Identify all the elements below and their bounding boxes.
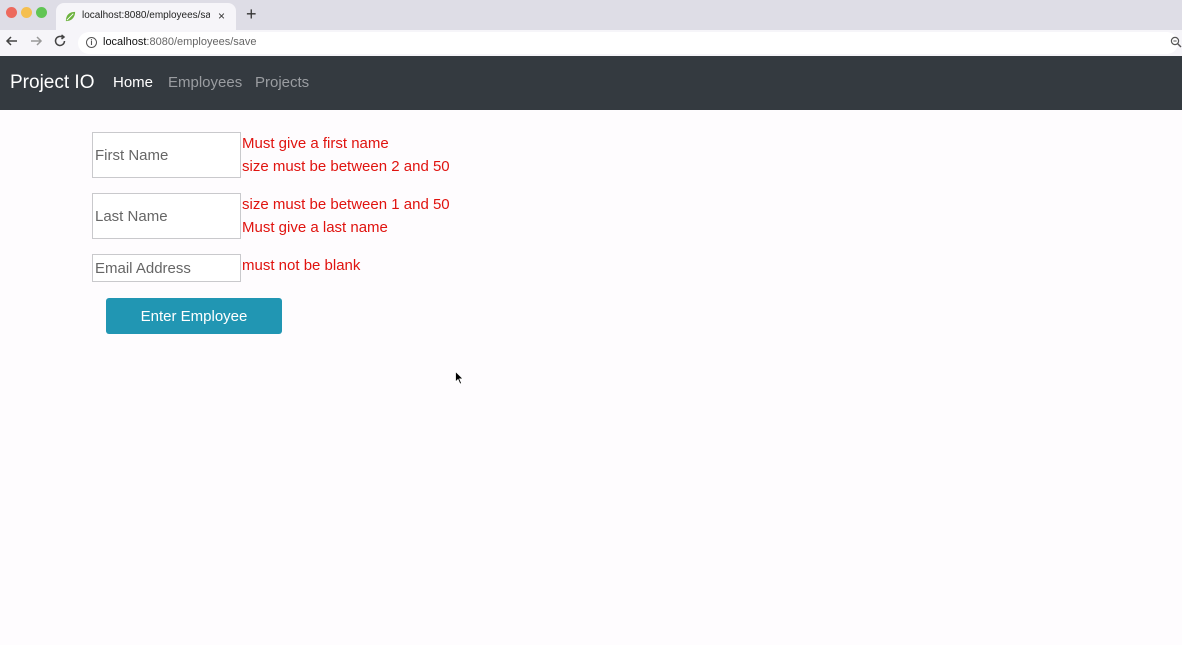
close-tab-icon[interactable]: × — [218, 9, 225, 23]
first-name-error: size must be between 2 and 50 — [242, 158, 450, 175]
last-name-field[interactable] — [92, 193, 241, 239]
first-name-error: Must give a first name — [242, 135, 389, 152]
last-name-error: Must give a last name — [242, 219, 388, 236]
url-text: localhost:8080/employees/save — [103, 36, 257, 48]
mouse-cursor-icon — [455, 371, 464, 385]
app-navbar: Project IO Home Employees Projects — [0, 56, 1182, 110]
url-bar[interactable]: i localhost:8080/employees/save — [78, 32, 1182, 54]
nav-link-home[interactable]: Home — [113, 74, 153, 91]
arrow-right-icon[interactable] — [29, 34, 43, 48]
leaf-icon — [65, 11, 76, 22]
browser-tab[interactable]: localhost:8080/employees/save × — [56, 3, 236, 30]
last-name-error: size must be between 1 and 50 — [242, 196, 450, 213]
zoom-icon[interactable] — [1170, 36, 1182, 48]
maximize-window-button[interactable] — [36, 7, 47, 18]
email-error: must not be blank — [242, 257, 361, 274]
enter-employee-button[interactable]: Enter Employee — [106, 298, 282, 334]
arrow-left-icon[interactable] — [5, 34, 19, 48]
first-name-field[interactable] — [92, 132, 241, 178]
reload-icon[interactable] — [53, 34, 67, 48]
close-window-button[interactable] — [6, 7, 17, 18]
email-field[interactable] — [92, 254, 241, 282]
nav-link-employees[interactable]: Employees — [168, 74, 242, 91]
tab-title: localhost:8080/employees/save — [82, 10, 210, 21]
brand-logo[interactable]: Project IO — [10, 72, 94, 94]
browser-toolbar: i localhost:8080/employees/save — [0, 30, 1182, 56]
new-tab-icon[interactable]: + — [246, 4, 257, 24]
minimize-window-button[interactable] — [21, 7, 32, 18]
browser-tab-bar: localhost:8080/employees/save × + — [0, 0, 1182, 30]
nav-link-projects[interactable]: Projects — [255, 74, 309, 91]
info-icon[interactable]: i — [86, 37, 97, 48]
